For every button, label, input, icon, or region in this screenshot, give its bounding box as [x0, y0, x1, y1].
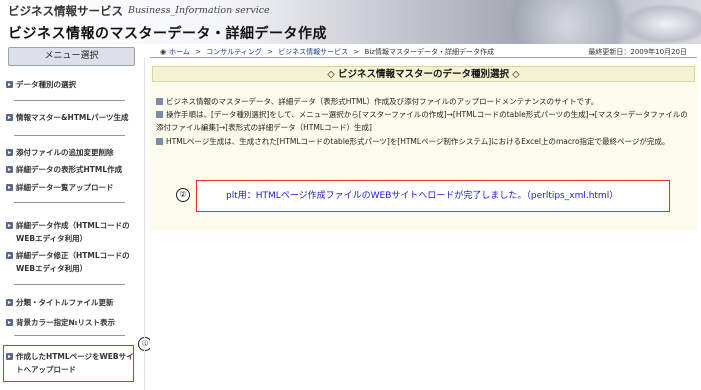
sidebar-item-master-html[interactable]: ▸ 情報マスター&HTMLパーツ生成 [6, 111, 136, 124]
breadcrumb-separator: > [195, 48, 202, 56]
sidebar: メニュー選択 ▸ データ種別の選択 ▸ 情報マスター&HTMLパーツ生成 ▸ 添… [0, 44, 152, 390]
description-text: HTMLページ生成は、生成された[HTMLコードのtable形式パーツ]を[HT… [166, 137, 670, 146]
description-line: HTMLページ生成は、生成された[HTMLコードのtable形式パーツ]を[HT… [156, 135, 691, 148]
breadcrumb-home[interactable]: ホーム [169, 48, 190, 56]
sidebar-item-label: 背景カラー指定№リスト表示 [16, 318, 116, 327]
divider [14, 100, 125, 101]
menu-title: メニュー選択 [44, 51, 99, 61]
arrow-icon: ▸ [6, 252, 13, 259]
arrow-icon: ▸ [6, 184, 13, 191]
description-line: ビジネス情報のマスターデータ、詳細データ（表形式HTML）作成及び添付ファイルの… [156, 95, 691, 108]
description-text: 操作手順は、[データ種別選択]をして、メニュー選択から[マスターファイルの作成]… [156, 110, 688, 132]
breadcrumb-biz-service[interactable]: ビジネス情報サービス [278, 48, 348, 56]
marker-2: ② [176, 188, 190, 202]
arrow-icon: ▸ [6, 149, 13, 156]
arrow-icon: ▸ [6, 319, 13, 326]
panel-heading: ◇ ビジネス情報マスターのデータ種別選択 ◇ [152, 66, 695, 82]
sidebar-item-label: 情報マスター&HTMLパーツ生成 [16, 113, 129, 122]
arrow-icon: ▸ [6, 222, 13, 229]
sidebar-item-category-update[interactable]: ▸ 分類・タイトルファイル更新 [6, 296, 136, 309]
sidebar-item-edit-detail[interactable]: ▸ 詳細データ修正（HTMLコードのWEBエディタ利用） [6, 249, 136, 275]
breadcrumb-separator: > [267, 48, 273, 56]
last-updated: 最終更新日：2009年10月20日 [588, 48, 687, 56]
arrow-icon: ▸ [6, 299, 13, 306]
sidebar-item-label: 詳細データの表形式HTML作成 [16, 165, 123, 174]
sidebar-item-label: 作成したHTMLページをWEBサイトへアップロード [16, 352, 134, 374]
description-text: ビジネス情報のマスターデータ、詳細データ（表形式HTML）作成及び添付ファイルの… [166, 97, 599, 106]
breadcrumb: ◉ ホーム > コンサルティング > ビジネス情報サービス > Biz情報マスター… [160, 47, 497, 57]
divider [14, 335, 125, 336]
divider [14, 135, 125, 136]
sidebar-item-attachments[interactable]: ▸ 添付ファイルの追加変更削除 [6, 146, 136, 159]
header-banner: ビジネス情報サービス Business_Information service … [0, 0, 701, 44]
sidebar-item-data-type[interactable]: ▸ データ種別の選択 [6, 78, 136, 91]
site-name-en: Business_Information service [128, 5, 270, 16]
menu-title-box: メニュー選択 [8, 47, 135, 66]
sidebar-item-create-detail[interactable]: ▸ 詳細データ作成（HTMLコードのWEBエディタ利用） [6, 219, 136, 245]
divider [150, 57, 697, 58]
divider [14, 284, 125, 285]
sidebar-item-label: 詳細データ修正（HTMLコードのWEBエディタ利用） [16, 251, 130, 273]
square-bullet-icon [156, 111, 163, 118]
arrow-icon: ▸ [6, 114, 13, 121]
divider [144, 58, 145, 390]
page-title: ビジネス情報のマスターデータ・詳細データ作成 [8, 26, 327, 42]
sidebar-item-label: 詳細データ一覧アップロード [16, 183, 114, 192]
description-line: 操作手順は、[データ種別選択]をして、メニュー選択から[マスターファイルの作成]… [156, 108, 691, 134]
sidebar-item-upload-html[interactable]: ▸ 作成したHTMLページをWEBサイトへアップロード [6, 350, 136, 376]
sidebar-item-label: データ種別の選択 [16, 80, 76, 89]
site-name: ビジネス情報サービス [8, 4, 123, 18]
home-icon: ◉ [160, 48, 167, 56]
breadcrumb-current: Biz情報マスターデータ・詳細データ作成 [364, 48, 494, 56]
sidebar-item-label: 詳細データ作成（HTMLコードのWEBエディタ利用） [16, 221, 130, 243]
arrow-icon: ▸ [6, 81, 13, 88]
breadcrumb-consulting[interactable]: コンサルティング [206, 48, 262, 56]
upload-complete-message[interactable]: plt用：HTMLページ作成ファイルのWEBサイトへロードが完了しました。（pe… [226, 188, 618, 201]
sidebar-item-label: 分類・タイトルファイル更新 [16, 298, 114, 307]
banner-decoration [491, 0, 641, 44]
square-bullet-icon [156, 138, 163, 145]
breadcrumb-separator: > [353, 48, 360, 56]
sidebar-item-list-upload[interactable]: ▸ 詳細データ一覧アップロード [6, 181, 136, 194]
arrow-icon: ▸ [6, 166, 13, 173]
sidebar-item-label: 添付ファイルの追加変更削除 [16, 148, 114, 157]
divider [14, 202, 125, 203]
square-bullet-icon [156, 98, 163, 105]
banner-decoration-2 [621, 4, 701, 44]
content-area [150, 230, 697, 390]
sidebar-item-bgcolor-list[interactable]: ▸ 背景カラー指定№リスト表示 [6, 316, 136, 329]
arrow-icon: ▸ [6, 353, 13, 360]
sidebar-item-table-html[interactable]: ▸ 詳細データの表形式HTML作成 [6, 163, 136, 176]
